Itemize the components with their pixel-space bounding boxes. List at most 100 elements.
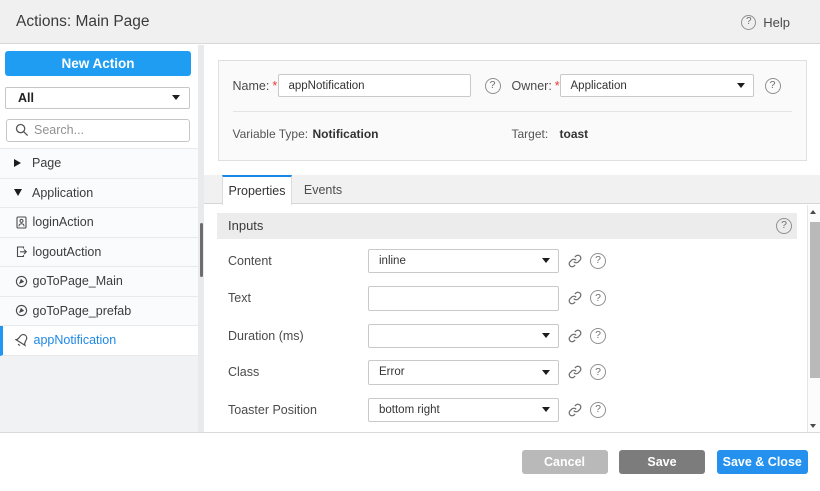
scroll-up-icon[interactable] (810, 210, 816, 214)
tree-item-loginAction[interactable]: loginAction (0, 208, 198, 238)
actions-tree: Page Application loginAction (0, 148, 198, 432)
owner-label-text: Owner: (512, 79, 552, 93)
filter-select-value: All (18, 91, 34, 105)
help-label: Help (763, 15, 790, 30)
tab-bar: Properties Events (204, 175, 820, 205)
tree-item-goToPage_prefab[interactable]: goToPage_prefab (0, 297, 198, 327)
save-button[interactable]: Save (619, 450, 705, 474)
field-label: Toaster Position (228, 398, 317, 423)
duration-select[interactable] (368, 324, 559, 349)
logout-action-icon (15, 245, 28, 258)
tree-item-goToPage_Main[interactable]: goToPage_Main (0, 267, 198, 297)
field-help-icon[interactable]: ? (590, 253, 606, 269)
tree-group-label: Application (32, 186, 93, 200)
filter-select[interactable]: All (5, 87, 190, 109)
properties-tab-content: Inputs ? Content inline ? T (204, 205, 820, 433)
dialog-footer: Cancel Save Save & Close (0, 432, 820, 491)
field-label: Text (228, 286, 251, 311)
dialog-header: Actions: Main Page ? Help (0, 0, 820, 44)
toaster-position-select[interactable]: bottom right (368, 398, 559, 423)
owner-select[interactable]: Application (560, 74, 754, 97)
help-button[interactable]: ? Help (741, 0, 790, 44)
tree-item-label: appNotification (34, 333, 117, 347)
required-marker: * (555, 79, 560, 93)
chevron-down-icon (542, 333, 550, 338)
field-row-class: Class Error ? (217, 360, 797, 385)
target-value: toast (560, 127, 589, 141)
chevron-down-icon (737, 83, 745, 88)
page-title: Actions: Main Page (16, 0, 150, 44)
save-and-close-button[interactable]: Save & Close (717, 450, 809, 474)
action-detail-panel: Name:* ? Owner:* Application ? Variable … (204, 45, 820, 432)
inputs-help-icon[interactable]: ? (776, 218, 792, 234)
required-marker: * (272, 79, 277, 93)
class-select[interactable]: Error (368, 360, 559, 385)
actions-dialog: Actions: Main Page ? Help New Action All… (0, 0, 820, 491)
tab-events[interactable]: Events (292, 176, 354, 204)
field-row-toaster-position: Toaster Position bottom right ? (217, 398, 797, 423)
tree-group-application[interactable]: Application (0, 179, 198, 209)
field-help-icon[interactable]: ? (590, 290, 606, 306)
chevron-down-icon (542, 258, 550, 263)
tree-item-label: logoutAction (33, 245, 102, 259)
bind-link-icon[interactable] (568, 254, 582, 268)
owner-help-icon[interactable]: ? (765, 78, 781, 94)
owner-select-value: Application (571, 75, 627, 96)
name-label-text: Name: (233, 79, 270, 93)
inputs-panel-title: Inputs (228, 218, 263, 233)
goto-page-icon (15, 275, 28, 288)
help-circle-icon: ? (741, 15, 756, 30)
tree-item-label: goToPage_Main (33, 274, 123, 288)
search-icon (15, 123, 29, 137)
search-input[interactable] (34, 123, 195, 137)
tree-item-logoutAction[interactable]: logoutAction (0, 238, 198, 268)
cancel-button[interactable]: Cancel (522, 450, 608, 474)
owner-label: Owner:* (512, 79, 560, 93)
name-input[interactable] (278, 74, 471, 97)
tree-group-page[interactable]: Page (0, 149, 198, 179)
name-label: Name:* (233, 79, 278, 93)
chevron-down-icon (542, 407, 550, 412)
tree-item-label: goToPage_prefab (33, 304, 132, 318)
chevron-down-icon (542, 370, 550, 375)
bind-link-icon[interactable] (568, 365, 582, 379)
notification-action-icon (15, 333, 29, 347)
field-row-content: Content inline ? (217, 249, 797, 274)
actions-sidebar: New Action All Page Application (0, 45, 198, 432)
field-row-text: Text ? (217, 286, 797, 311)
properties-scrollbar[interactable] (807, 205, 820, 433)
bind-link-icon[interactable] (568, 291, 582, 305)
class-select-value: Error (379, 361, 405, 384)
action-summary-card: Name:* ? Owner:* Application ? Variable … (218, 60, 807, 161)
name-help-icon[interactable]: ? (485, 78, 501, 94)
login-action-icon (15, 216, 28, 229)
properties-scrollbar-thumb[interactable] (810, 222, 820, 378)
search-box (6, 119, 190, 142)
tab-properties[interactable]: Properties (222, 175, 292, 205)
tree-item-appNotification[interactable]: appNotification (0, 326, 198, 356)
chevron-down-icon (14, 189, 22, 196)
field-help-icon[interactable]: ? (590, 364, 606, 380)
variable-type-value: Notification (313, 127, 379, 141)
bind-link-icon[interactable] (568, 329, 582, 343)
toaster-position-select-value: bottom right (379, 399, 440, 422)
goto-page-icon (15, 304, 28, 317)
bind-link-icon[interactable] (568, 403, 582, 417)
sidebar-scrollbar-thumb[interactable] (200, 223, 203, 277)
new-action-button[interactable]: New Action (5, 51, 191, 77)
scroll-down-icon[interactable] (810, 424, 816, 428)
text-input[interactable] (368, 286, 559, 311)
tree-item-label: loginAction (33, 215, 94, 229)
field-help-icon[interactable]: ? (590, 402, 606, 418)
inputs-panel-header: Inputs ? (217, 213, 797, 239)
inputs-panel: Inputs ? Content inline ? T (217, 213, 797, 239)
content-select[interactable]: inline (368, 249, 559, 274)
field-label: Class (228, 360, 259, 385)
field-label: Content (228, 249, 272, 274)
content-select-value: inline (379, 250, 406, 273)
field-row-duration: Duration (ms) ? (217, 324, 797, 349)
card-divider (233, 111, 792, 112)
chevron-right-icon (14, 159, 21, 167)
field-help-icon[interactable]: ? (590, 328, 606, 344)
target-label: Target: (512, 127, 549, 141)
